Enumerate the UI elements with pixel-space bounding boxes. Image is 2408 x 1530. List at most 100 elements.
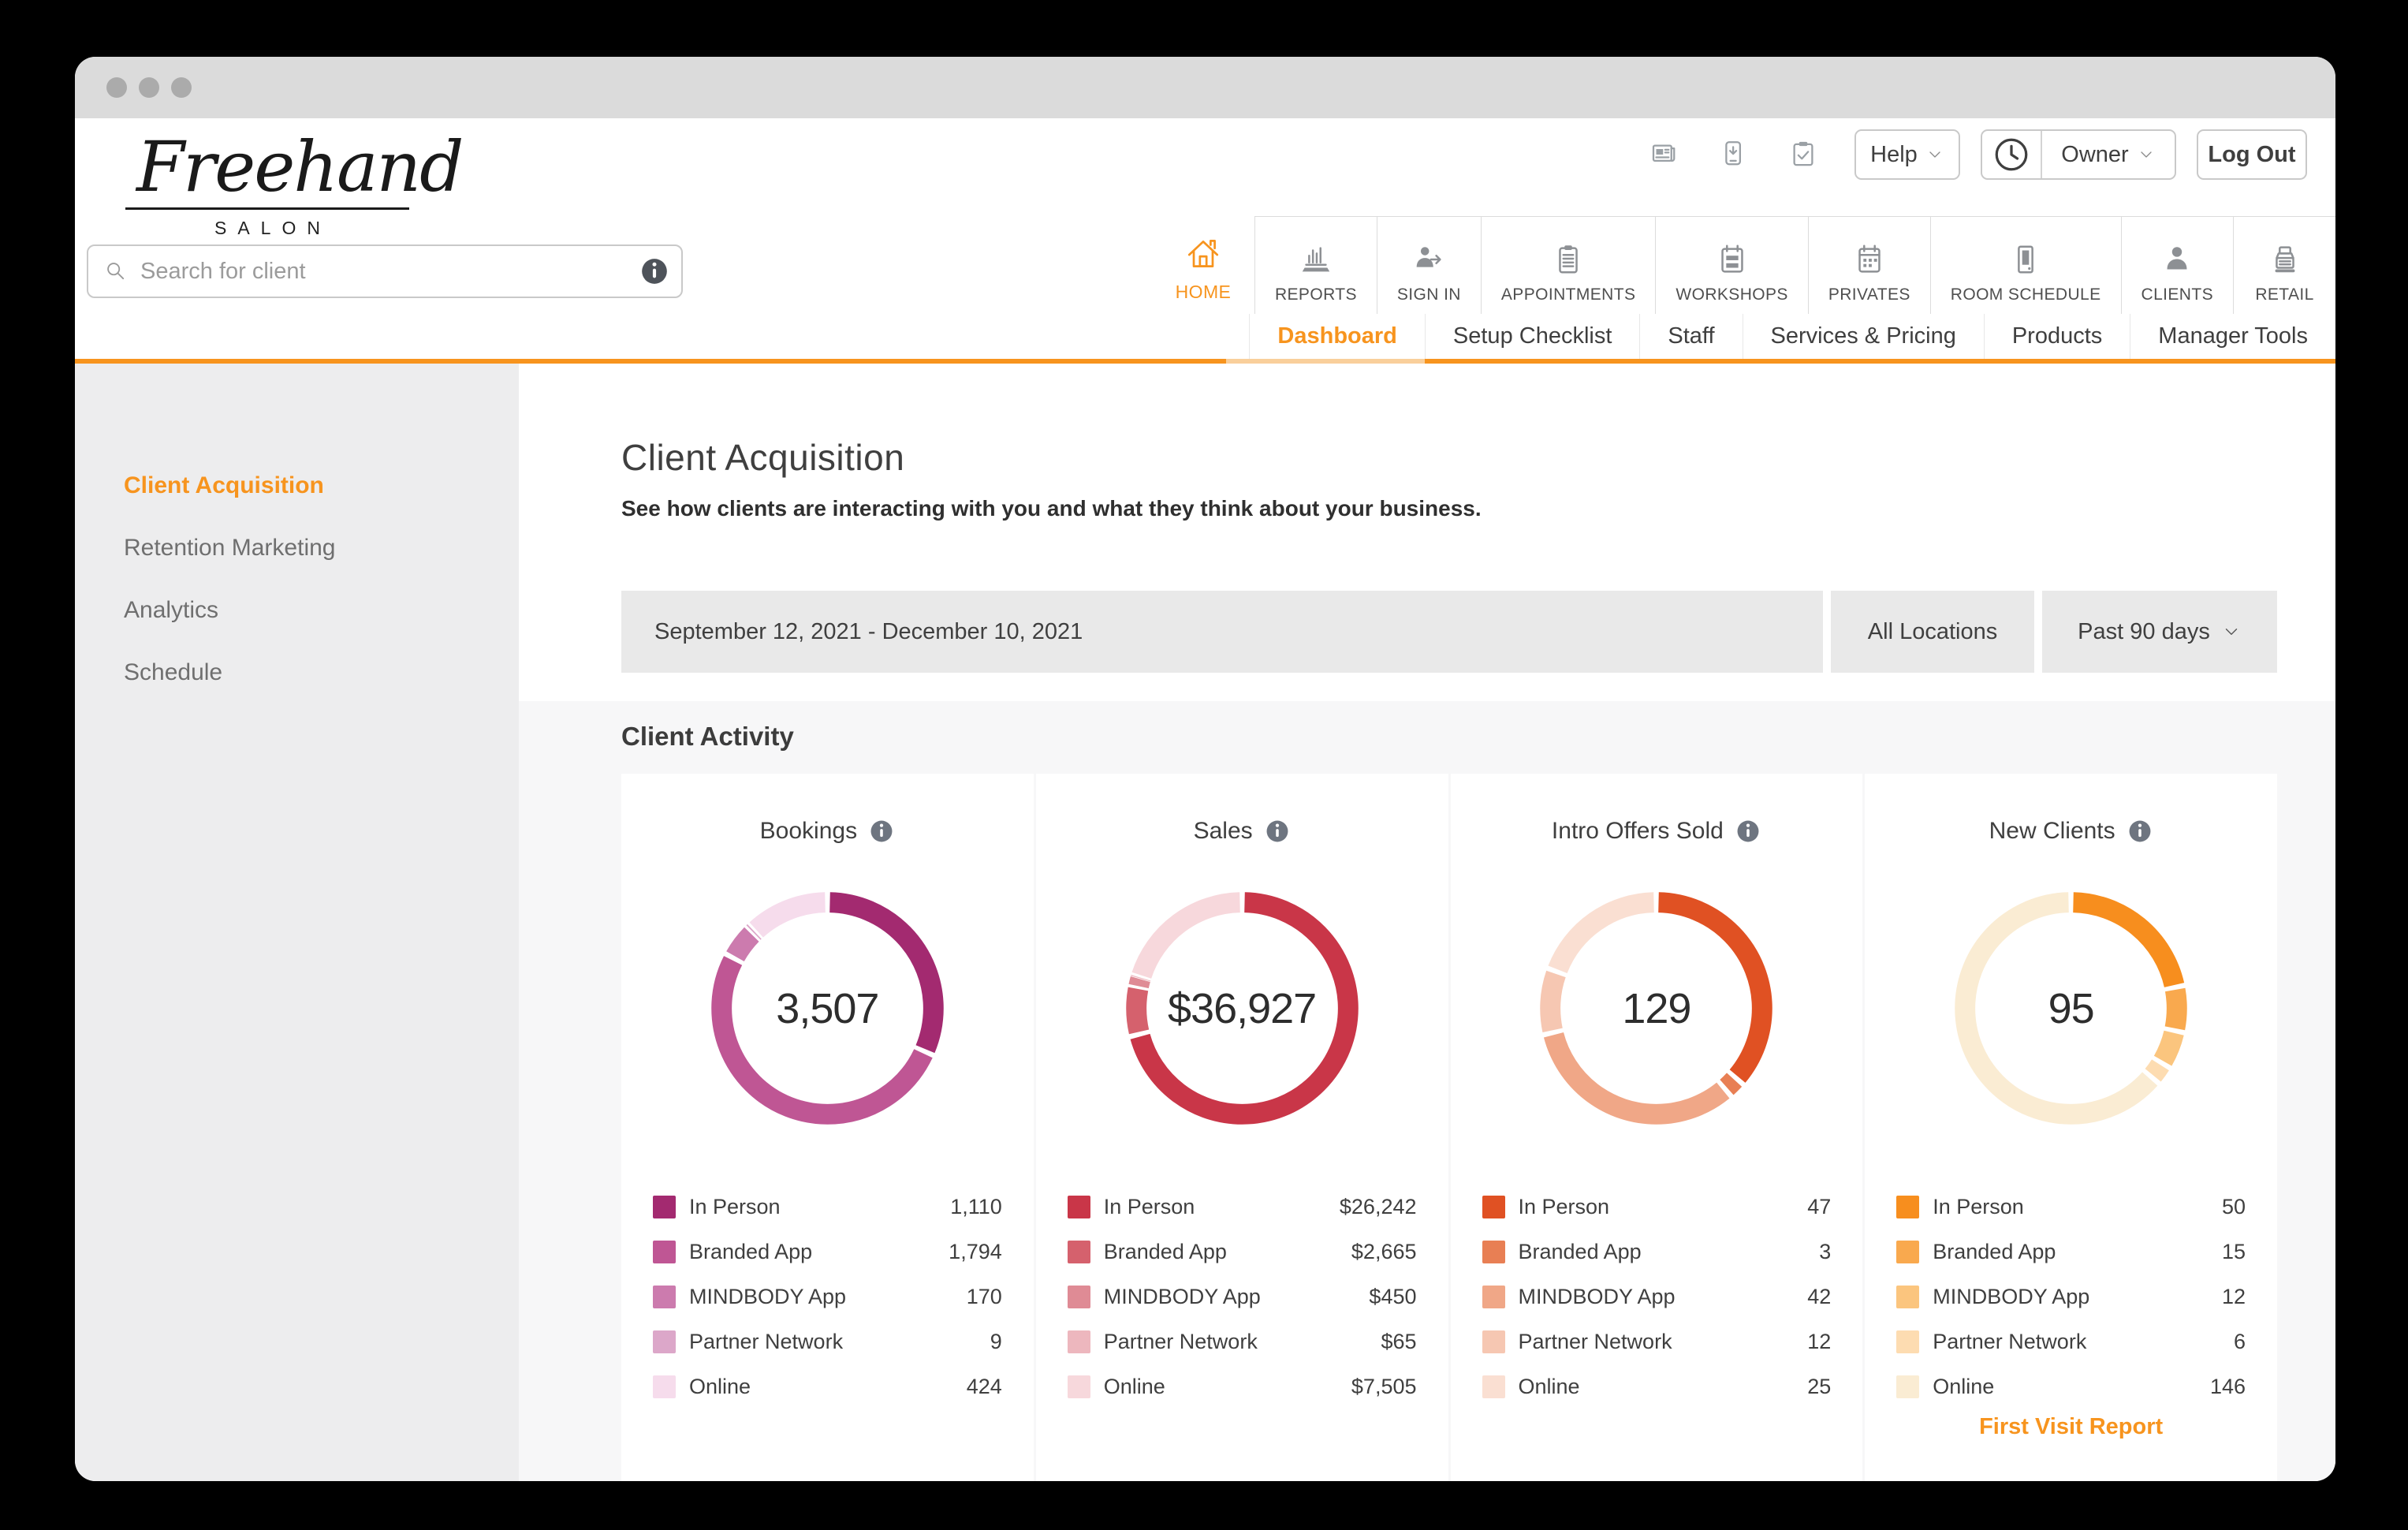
sub-nav-manager-tools[interactable]: Manager Tools	[2130, 314, 2335, 359]
nav-tab-clients[interactable]: CLIENTS	[2121, 216, 2234, 314]
legend: In Person47Branded App3MINDBODY App42Par…	[1451, 1185, 1863, 1409]
chevron-down-icon	[1925, 145, 1944, 164]
brand-tagline: SALON	[125, 218, 409, 239]
news-button[interactable]	[1648, 138, 1681, 171]
clock-button[interactable]	[1982, 131, 2042, 178]
retail-icon	[2267, 241, 2303, 278]
legend-label: Online	[689, 1375, 967, 1399]
client-search[interactable]	[87, 244, 683, 298]
legend-item: MINDBODY App12	[1896, 1274, 2246, 1319]
card-title: Intro Offers Sold	[1552, 818, 1724, 845]
clients-icon	[2159, 241, 2195, 278]
reports-icon	[1298, 241, 1334, 278]
legend-label: MINDBODY App	[689, 1285, 967, 1309]
chevron-down-icon	[2137, 145, 2156, 164]
first-visit-report-link[interactable]: First Visit Report	[1979, 1414, 2163, 1440]
utility-bar: Help Owner Log Out	[1648, 129, 2307, 180]
legend-value: 12	[2222, 1285, 2246, 1309]
legend-value: $7,505	[1351, 1375, 1417, 1399]
info-icon[interactable]	[2127, 818, 2153, 845]
owner-menu-button[interactable]: Owner	[1981, 129, 2176, 180]
help-button[interactable]: Help	[1854, 129, 1960, 180]
card-title-row: Sales	[1194, 818, 1291, 845]
period-filter[interactable]: Past 90 days	[2042, 591, 2277, 673]
owner-label: Owner	[2061, 142, 2128, 168]
legend-value: 1,794	[949, 1240, 1002, 1264]
legend-swatch	[1068, 1330, 1090, 1353]
legend-item: Branded App1,794	[653, 1230, 1002, 1274]
nav-tab-home[interactable]: HOME	[1152, 216, 1254, 314]
legend-swatch	[1068, 1196, 1090, 1218]
legend-swatch	[653, 1286, 676, 1308]
window-titlebar	[75, 57, 2335, 118]
legend: In Person$26,242Branded App$2,665MINDBOD…	[1036, 1185, 1448, 1409]
room-schedule-icon	[2007, 241, 2044, 278]
legend-label: Branded App	[1933, 1240, 2222, 1264]
legend-value: 6	[2234, 1330, 2246, 1354]
brand-logo[interactable]: Freehand SALON	[125, 129, 409, 239]
logout-button[interactable]: Log Out	[2197, 129, 2307, 180]
info-icon[interactable]	[1735, 818, 1761, 845]
window-control-dot[interactable]	[139, 77, 159, 98]
legend-value: $26,242	[1340, 1195, 1417, 1219]
info-icon	[2127, 818, 2153, 845]
legend-item: MINDBODY App$450	[1068, 1274, 1417, 1319]
locations-filter[interactable]: All Locations	[1831, 591, 2034, 673]
clock-icon	[1982, 131, 2041, 178]
sidebar-item-client-acquisition[interactable]: Client Acquisition	[75, 454, 519, 517]
search-icon	[103, 258, 129, 285]
nav-tab-label: HOME	[1176, 282, 1232, 303]
accent-divider	[75, 359, 2335, 364]
search-input[interactable]	[140, 259, 639, 285]
nav-tab-reports[interactable]: REPORTS	[1254, 216, 1377, 314]
donut-total: 95	[1950, 887, 2192, 1129]
privates-icon	[1851, 241, 1888, 278]
card-title-row: New Clients	[1989, 818, 2153, 845]
legend-item: Partner Network12	[1482, 1319, 1832, 1364]
info-icon[interactable]	[868, 818, 895, 845]
date-range-filter[interactable]: September 12, 2021 - December 10, 2021	[621, 591, 1823, 673]
owner-dropdown[interactable]: Owner	[2042, 142, 2175, 168]
sidebar-item-analytics[interactable]: Analytics	[75, 579, 519, 641]
legend-value: $450	[1369, 1285, 1416, 1309]
sub-nav-products[interactable]: Products	[1984, 314, 2130, 359]
legend-label: Branded App	[1519, 1240, 1820, 1264]
nav-tab-appointments[interactable]: APPOINTMENTS	[1481, 216, 1655, 314]
donut-total: 129	[1535, 887, 1777, 1129]
nav-tab-label: SIGN IN	[1397, 285, 1461, 304]
legend-value: 15	[2222, 1240, 2246, 1264]
legend-label: Online	[1519, 1375, 1808, 1399]
legend-label: Online	[1933, 1375, 2210, 1399]
sub-nav-services-pricing[interactable]: Services & Pricing	[1743, 314, 1984, 359]
legend-item: Partner Network9	[653, 1319, 1002, 1364]
sidebar-item-schedule[interactable]: Schedule	[75, 641, 519, 703]
nav-tab-sign-in[interactable]: SIGN IN	[1377, 216, 1481, 314]
window-control-dot[interactable]	[106, 77, 127, 98]
metric-card-new-clients: New Clients95In Person50Branded App15MIN…	[1865, 774, 2277, 1481]
metric-cards: Bookings3,507In Person1,110Branded App1,…	[621, 774, 2277, 1481]
nav-tab-room-schedule[interactable]: ROOM SCHEDULE	[1930, 216, 2121, 314]
window-control-dot[interactable]	[171, 77, 192, 98]
chevron-down-icon	[2137, 145, 2156, 164]
legend-item: Online$7,505	[1068, 1364, 1417, 1409]
nav-tab-privates[interactable]: PRIVATES	[1808, 216, 1930, 314]
sub-nav-setup-checklist[interactable]: Setup Checklist	[1425, 314, 1640, 359]
sign-in-icon	[1411, 241, 1447, 278]
app-download-button[interactable]	[1717, 138, 1750, 171]
sidebar-item-retention-marketing[interactable]: Retention Marketing	[75, 517, 519, 579]
client-activity-section: Client Activity Bookings3,507In Person1,…	[519, 701, 2335, 1481]
legend-swatch	[653, 1241, 676, 1263]
legend-label: In Person	[1519, 1195, 1808, 1219]
sub-nav-dashboard[interactable]: Dashboard	[1249, 314, 1424, 359]
legend-label: Branded App	[689, 1240, 949, 1264]
legend-swatch	[1482, 1286, 1505, 1308]
legend-value: 12	[1807, 1330, 1831, 1354]
app-header: Freehand SALON Help Owner Log Out	[75, 118, 2335, 359]
tasks-button[interactable]	[1787, 138, 1820, 171]
sub-nav-staff[interactable]: Staff	[1639, 314, 1742, 359]
search-info-icon[interactable]	[639, 256, 670, 287]
nav-tab-retail[interactable]: RETAIL	[2233, 216, 2335, 314]
info-icon[interactable]	[1264, 818, 1291, 845]
nav-tab-workshops[interactable]: WORKSHOPS	[1655, 216, 1807, 314]
chevron-down-icon	[2221, 621, 2242, 642]
